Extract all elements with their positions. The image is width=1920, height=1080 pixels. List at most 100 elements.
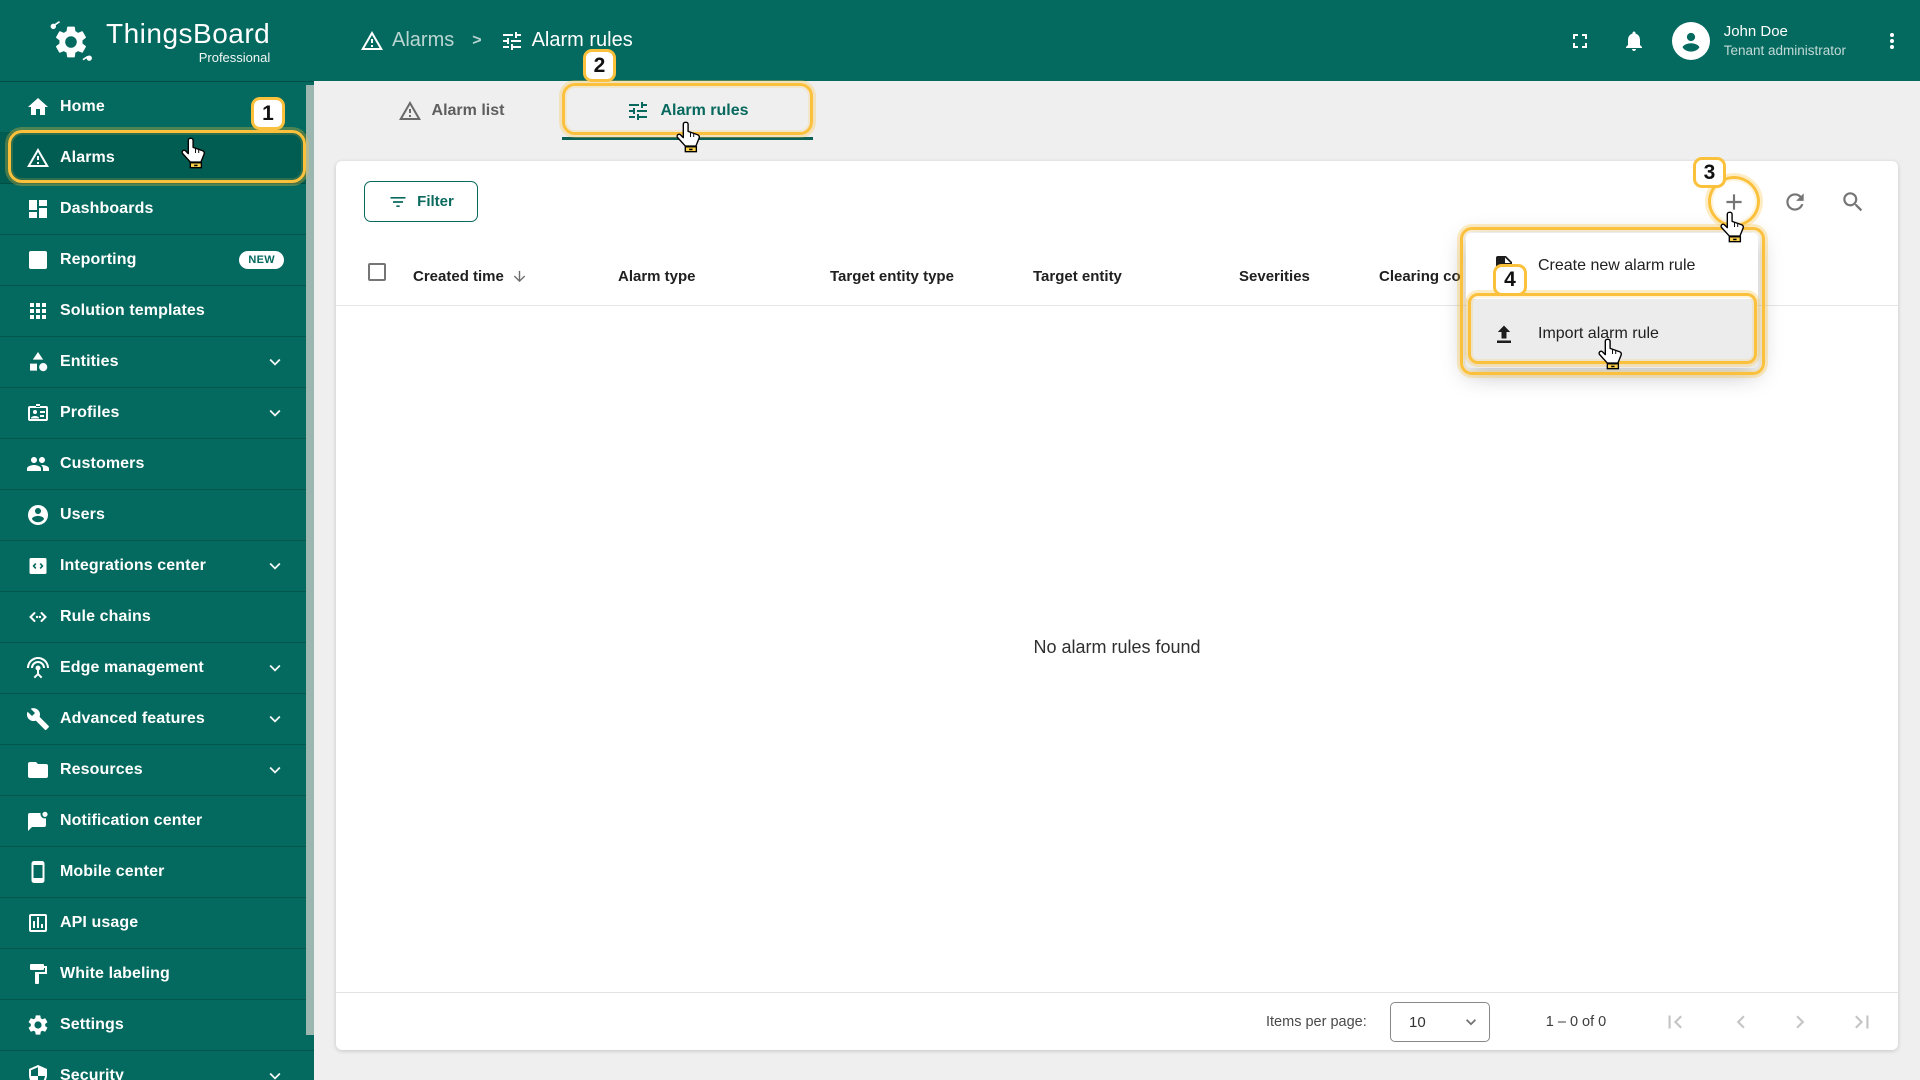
chevron-down-icon — [264, 351, 286, 373]
sidebar-item-settings[interactable]: Settings — [0, 1000, 314, 1051]
user-block[interactable]: John Doe Tenant administrator — [1724, 23, 1846, 58]
sidebar-item-label: Mobile center — [60, 863, 165, 880]
chevron-down-icon — [264, 1065, 286, 1080]
next-page-button[interactable] — [1787, 1009, 1813, 1035]
resources-icon — [26, 758, 50, 782]
sidebar-item-dashboards[interactable]: Dashboards — [0, 184, 314, 235]
column-header-created-time[interactable]: Created time — [413, 257, 528, 295]
settings-icon — [26, 1013, 50, 1037]
notifications-button[interactable] — [1614, 21, 1654, 61]
user-name: John Doe — [1723, 23, 1788, 40]
home-icon — [26, 95, 50, 119]
security-icon — [26, 1064, 50, 1080]
sidebar-item-customers[interactable]: Customers — [0, 439, 314, 490]
upload-icon — [1492, 322, 1516, 346]
breadcrumb-alarms[interactable]: Alarms — [360, 29, 454, 53]
more-menu-button[interactable] — [1872, 21, 1912, 61]
sidebar-item-label: Settings — [60, 1016, 124, 1033]
sidebar-item-users[interactable]: Users — [0, 490, 314, 541]
advanced-icon — [26, 707, 50, 731]
add-alarm-rule-menu: Create new alarm rule Import alarm rule — [1466, 233, 1758, 368]
page-range-label: 1 – 0 of 0 — [1545, 1014, 1607, 1030]
sidebar-scrollbar[interactable] — [306, 85, 314, 1035]
sidebar-item-white-labeling[interactable]: White labeling — [0, 949, 314, 1000]
sidebar-item-profiles[interactable]: Profiles — [0, 388, 314, 439]
sidebar-item-resources[interactable]: Resources — [0, 745, 314, 796]
tab-ink-bar — [562, 137, 813, 140]
sidebar-item-label: White labeling — [60, 965, 170, 982]
pagination-bar: Items per page: 10 1 – 0 of 0 — [336, 992, 1898, 1050]
last-page-button[interactable] — [1849, 1009, 1875, 1035]
brand: ThingsBoard Professional — [46, 17, 270, 67]
kebab-icon — [1880, 29, 1904, 53]
sidebar-item-integrations-center[interactable]: Integrations center — [0, 541, 314, 592]
mobile-icon — [26, 860, 50, 884]
sidebar-item-label: Rule chains — [60, 608, 151, 625]
chevron-down-icon — [264, 657, 286, 679]
sidebar-item-advanced-features[interactable]: Advanced features — [0, 694, 314, 745]
first-page-button[interactable] — [1662, 1009, 1688, 1035]
profiles-icon — [26, 401, 50, 425]
breadcrumb-alarm-rules: Alarm rules — [500, 29, 633, 53]
empty-state-text: No alarm rules found — [1033, 637, 1201, 657]
column-header-target-entity-type[interactable]: Target entity type — [830, 257, 954, 295]
sidebar-item-label: API usage — [60, 914, 139, 931]
refresh-button[interactable] — [1782, 189, 1808, 215]
chevron-down-icon — [264, 708, 286, 730]
sidebar-item-mobile-center[interactable]: Mobile center — [0, 847, 314, 898]
users-icon — [26, 503, 50, 527]
sidebar-item-reporting[interactable]: Reporting NEW — [0, 235, 314, 286]
breadcrumb-separator: > — [472, 31, 482, 49]
sidebar-item-alarms[interactable]: Alarms — [0, 133, 314, 184]
column-header-alarm-type[interactable]: Alarm type — [618, 257, 696, 295]
sidebar-item-security[interactable]: Security — [0, 1051, 314, 1080]
bell-icon — [1622, 29, 1646, 53]
person-icon — [1676, 26, 1706, 56]
sidebar-item-label: Customers — [60, 455, 145, 472]
previous-page-button[interactable] — [1728, 1009, 1754, 1035]
sidebar-item-label: Advanced features — [60, 710, 205, 727]
white-labeling-icon — [26, 962, 50, 986]
search-button[interactable] — [1840, 189, 1866, 215]
sidebar-item-rule-chains[interactable]: Rule chains — [0, 592, 314, 643]
edge-icon — [26, 656, 50, 680]
sidebar-item-label: Profiles — [60, 404, 120, 421]
brand-name: ThingsBoard — [106, 18, 271, 49]
select-all-checkbox[interactable] — [368, 263, 386, 281]
chevron-down-icon — [1461, 1012, 1481, 1032]
sidebar-item-label: Home — [60, 98, 105, 115]
fullscreen-button[interactable] — [1560, 21, 1600, 61]
menu-item-create-new-alarm-rule[interactable]: Create new alarm rule — [1466, 233, 1758, 299]
sidebar-item-label: Reporting — [60, 251, 137, 268]
filter-button[interactable]: Filter — [364, 181, 478, 222]
sidebar-item-solution-templates[interactable]: Solution templates — [0, 286, 314, 337]
fullscreen-icon — [1568, 29, 1592, 53]
warning-icon — [26, 146, 50, 170]
tab-alarm-rules[interactable]: Alarm rules — [562, 81, 813, 141]
customers-icon — [26, 452, 50, 476]
sidebar-item-home[interactable]: Home — [0, 82, 314, 133]
warning-icon — [398, 99, 422, 123]
menu-item-import-alarm-rule[interactable]: Import alarm rule — [1466, 299, 1758, 368]
chevron-down-icon — [264, 402, 286, 424]
column-header-severities[interactable]: Severities — [1239, 257, 1310, 295]
sidebar-item-label: Solution templates — [60, 302, 205, 319]
entities-icon — [26, 350, 50, 374]
page-size-select[interactable]: 10 — [1390, 1002, 1490, 1042]
sidebar-item-label: Resources — [60, 761, 143, 778]
column-header-target-entity[interactable]: Target entity — [1033, 257, 1122, 295]
file-icon — [1492, 254, 1516, 278]
filter-icon — [388, 192, 408, 212]
sidebar-item-entities[interactable]: Entities — [0, 337, 314, 388]
sidebar-item-notification-center[interactable]: Notification center — [0, 796, 314, 847]
add-alarm-rule-button[interactable] — [1721, 189, 1747, 215]
sidebar-item-edge-management[interactable]: Edge management — [0, 643, 314, 694]
column-header-clearing-co[interactable]: Clearing co — [1379, 257, 1461, 295]
sidebar-item-api-usage[interactable]: API usage — [0, 898, 314, 949]
avatar[interactable] — [1671, 21, 1710, 60]
tab-alarm-list[interactable]: Alarm list — [340, 81, 562, 141]
sidebar-item-label: Edge management — [60, 659, 204, 676]
chevron-down-icon — [264, 759, 286, 781]
thingsboard-logo-icon — [46, 17, 96, 67]
brand-edition: Professional — [198, 50, 271, 65]
